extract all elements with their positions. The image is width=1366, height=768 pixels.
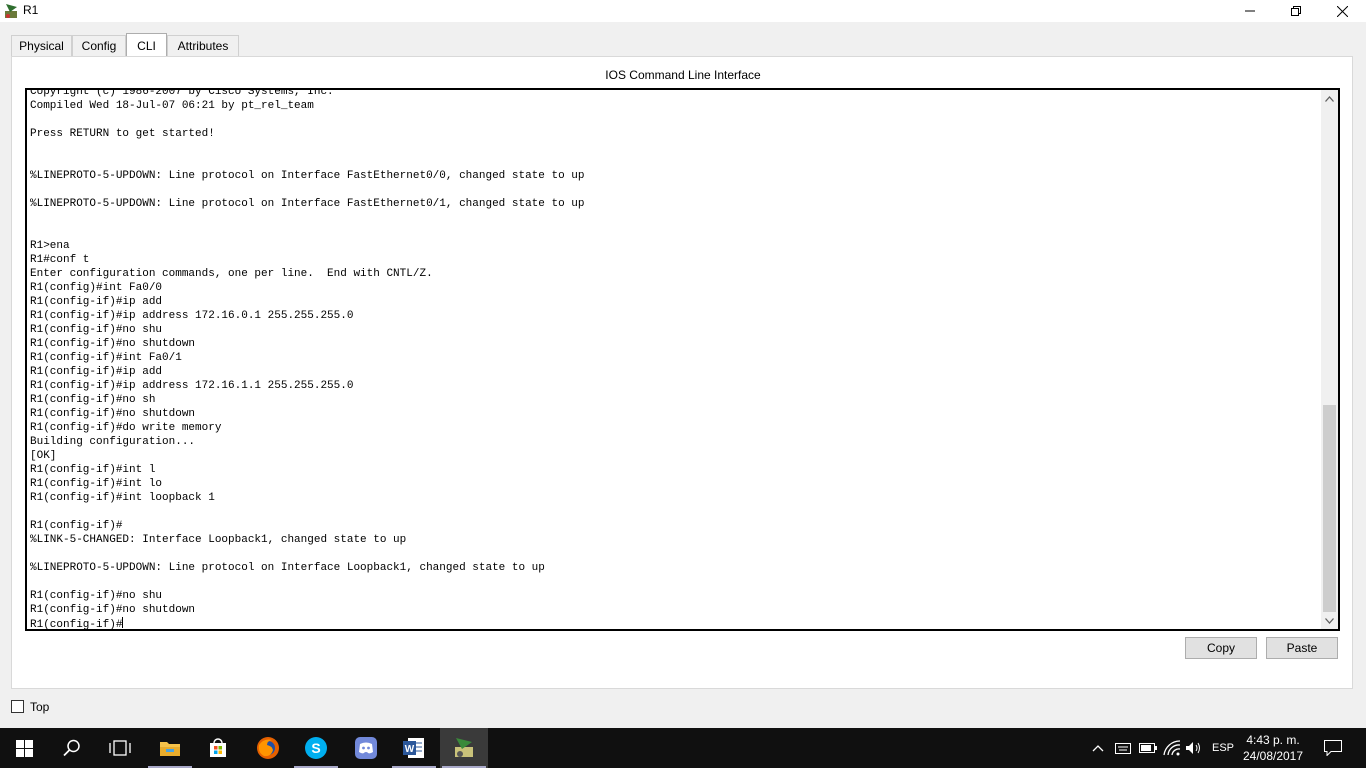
terminal-line: [OK] xyxy=(30,450,57,462)
terminal-line: R1(config-if)# xyxy=(30,520,123,532)
notifications-icon[interactable] xyxy=(1322,728,1344,768)
top-checkbox[interactable] xyxy=(11,700,24,713)
terminal-prompt: R1(config-if)# xyxy=(30,619,123,631)
discord-icon[interactable] xyxy=(342,728,390,768)
vertical-scrollbar[interactable] xyxy=(1321,90,1338,629)
terminal-output: Copyright (c) 1986-2007 by Cisco Systems… xyxy=(30,88,585,631)
top-label: Top xyxy=(30,700,50,714)
terminal-line: Press RETURN to get started! xyxy=(30,128,215,140)
language-indicator[interactable]: ESP xyxy=(1210,728,1236,768)
wifi-icon[interactable] xyxy=(1161,728,1183,768)
terminal-line: R1#conf t xyxy=(30,254,90,266)
svg-text:W: W xyxy=(405,744,415,755)
tab-attributes[interactable]: Attributes xyxy=(167,35,239,56)
title-bar: R1 xyxy=(0,0,1366,22)
start-icon[interactable] xyxy=(0,728,48,768)
clock-date: 24/08/2017 xyxy=(1242,749,1304,763)
paste-button[interactable]: Paste xyxy=(1266,637,1338,659)
battery-icon[interactable] xyxy=(1137,728,1159,768)
terminal-line: R1(config-if)#do write memory xyxy=(30,422,222,434)
volume-icon[interactable] xyxy=(1184,728,1204,768)
firefox-icon[interactable] xyxy=(244,728,292,768)
scroll-up-icon[interactable] xyxy=(1321,90,1338,107)
word-icon[interactable]: W xyxy=(390,728,438,768)
terminal-line: R1(config-if)#int loopback 1 xyxy=(30,492,215,504)
terminal-line: R1(config-if)#int lo xyxy=(30,478,163,490)
scroll-thumb[interactable] xyxy=(1323,405,1336,612)
file-explorer-icon[interactable] xyxy=(146,728,194,768)
terminal-line: R1(config-if)#ip address 172.16.1.1 255.… xyxy=(30,380,354,392)
terminal-prompt-line[interactable]: R1(config-if)# xyxy=(30,617,585,631)
terminal-line: R1(config-if)#no shutdown xyxy=(30,408,196,420)
terminal-line: R1(config-if)#no sh xyxy=(30,394,156,406)
packet-tracer-icon xyxy=(4,3,20,19)
svg-text:S: S xyxy=(311,740,320,756)
terminal-line: R1(config-if)#ip address 172.16.0.1 255.… xyxy=(30,310,354,322)
terminal-line: Compiled Wed 18-Jul-07 06:21 by pt_rel_t… xyxy=(30,100,314,112)
terminal-line: R1(config-if)#ip add xyxy=(30,366,163,378)
chevron-up-icon[interactable] xyxy=(1090,728,1106,768)
tab-config[interactable]: Config xyxy=(72,35,126,56)
taskbar: S W ESP 4:43 p. m. 24/08/2017 xyxy=(0,728,1366,768)
skype-icon[interactable]: S xyxy=(292,728,340,768)
restore-button[interactable] xyxy=(1273,0,1319,22)
keyboard-icon[interactable] xyxy=(1113,728,1133,768)
terminal-line: Copyright (c) 1986-2007 by Cisco Systems… xyxy=(30,88,334,98)
terminal-line: Building configuration... xyxy=(30,436,196,448)
scroll-down-icon[interactable] xyxy=(1321,612,1338,629)
cli-heading: IOS Command Line Interface xyxy=(605,68,761,82)
terminal-line: %LINEPROTO-5-UPDOWN: Line protocol on In… xyxy=(30,562,545,574)
tab-cli[interactable]: CLI xyxy=(126,33,167,57)
store-icon[interactable] xyxy=(194,728,242,768)
terminal-line: %LINEPROTO-5-UPDOWN: Line protocol on In… xyxy=(30,198,585,210)
terminal[interactable]: Copyright (c) 1986-2007 by Cisco Systems… xyxy=(25,88,1340,631)
clock-time: 4:43 p. m. xyxy=(1246,733,1300,747)
terminal-line: %LINK-5-CHANGED: Interface Loopback1, ch… xyxy=(30,534,407,546)
window-title: R1 xyxy=(23,3,39,17)
cli-panel: IOS Command Line Interface Copyright (c)… xyxy=(11,56,1353,689)
close-button[interactable] xyxy=(1319,0,1365,22)
terminal-line: R1(config-if)#no shutdown xyxy=(30,604,196,616)
terminal-line: R1(config-if)#no shu xyxy=(30,324,163,336)
terminal-line: R1(config)#int Fa0/0 xyxy=(30,282,163,294)
text-cursor xyxy=(122,617,124,628)
minimize-button[interactable] xyxy=(1227,0,1273,22)
terminal-line: R1(config-if)#int l xyxy=(30,464,156,476)
clock[interactable]: 4:43 p. m. 24/08/2017 xyxy=(1240,732,1306,764)
terminal-line: %LINEPROTO-5-UPDOWN: Line protocol on In… xyxy=(30,170,585,182)
terminal-line: Enter configuration commands, one per li… xyxy=(30,268,433,280)
terminal-line: R1>ena xyxy=(30,240,70,252)
copy-button[interactable]: Copy xyxy=(1185,637,1257,659)
terminal-line: R1(config-if)#no shutdown xyxy=(30,338,196,350)
search-icon[interactable] xyxy=(48,728,96,768)
terminal-line: R1(config-if)#no shu xyxy=(30,590,163,602)
packet-tracer-icon[interactable] xyxy=(440,728,488,768)
tab-physical[interactable]: Physical xyxy=(11,35,72,56)
task-view-icon[interactable] xyxy=(96,728,144,768)
terminal-line: R1(config-if)#ip add xyxy=(30,296,163,308)
terminal-line: R1(config-if)#int Fa0/1 xyxy=(30,352,182,364)
